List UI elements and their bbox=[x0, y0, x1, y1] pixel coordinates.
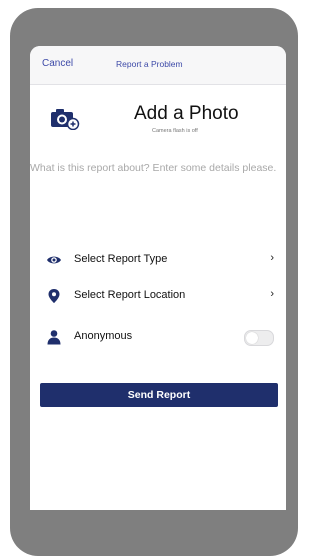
select-report-type-label: Select Report Type bbox=[74, 253, 168, 265]
select-report-type-row[interactable]: Select Report Type › bbox=[30, 246, 286, 276]
app-screen: Cancel Report a Problem Add a Photo Came… bbox=[30, 46, 286, 510]
navigation-bar: Cancel Report a Problem bbox=[30, 46, 286, 85]
details-input[interactable]: What is this report about? Enter some de… bbox=[30, 160, 280, 177]
anonymous-row: Anonymous bbox=[30, 323, 286, 353]
select-report-location-row[interactable]: Select Report Location › bbox=[30, 282, 286, 312]
chevron-right-icon: › bbox=[270, 252, 274, 264]
add-photo-title: Add a Photo bbox=[134, 103, 239, 124]
cancel-button[interactable]: Cancel bbox=[42, 58, 73, 69]
camera-icon bbox=[51, 109, 80, 130]
camera-flash-status: Camera flash is off bbox=[152, 128, 198, 134]
device-screenshot: Cancel Report a Problem Add a Photo Came… bbox=[0, 0, 299, 556]
send-report-button[interactable]: Send Report bbox=[40, 383, 278, 407]
anonymous-toggle[interactable] bbox=[244, 330, 274, 346]
location-pin-icon bbox=[48, 289, 60, 303]
anonymous-label: Anonymous bbox=[74, 330, 133, 342]
select-report-location-label: Select Report Location bbox=[74, 289, 186, 301]
person-icon bbox=[47, 330, 61, 345]
eye-icon bbox=[47, 256, 61, 264]
chevron-right-icon: › bbox=[270, 288, 274, 300]
page-title: Report a Problem bbox=[116, 59, 183, 69]
add-photo-button[interactable]: Add a Photo Camera flash is off bbox=[30, 96, 286, 146]
toggle-knob bbox=[246, 332, 258, 344]
